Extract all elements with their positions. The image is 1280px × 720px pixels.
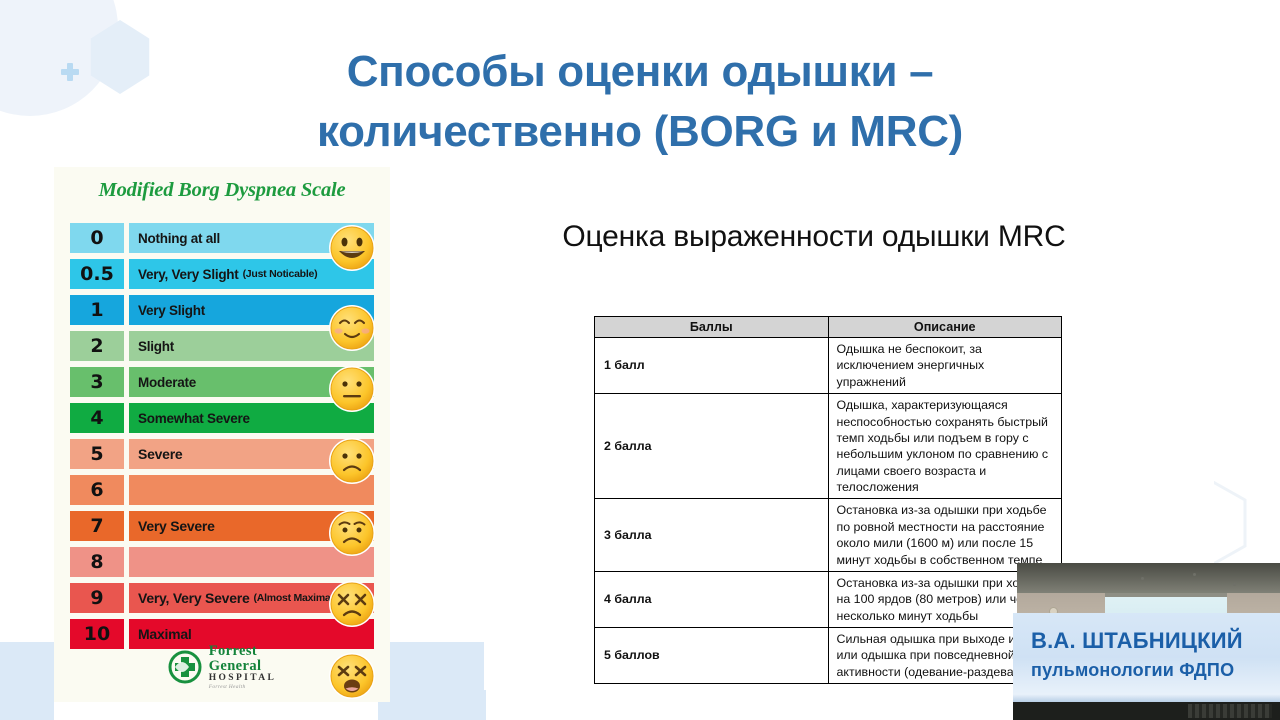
borg-label-text: Slight: [138, 338, 174, 354]
decorative-hexagon-top-left: [90, 20, 150, 94]
borg-score: 4: [70, 403, 124, 433]
borg-score: 0.5: [70, 259, 124, 289]
presenter-name: В.А. ШТАБНИЦКИЙ: [1031, 628, 1243, 653]
borg-score: 8: [70, 547, 124, 577]
table-row: 1 балл Одышка не беспокоит, за исключение…: [594, 336, 1062, 395]
hospital-cross-icon: [168, 650, 202, 684]
hospital-logo-line-2: General: [208, 657, 262, 674]
mrc-score-cell: 1 балл: [594, 336, 829, 395]
pip-keyboard: [1188, 704, 1272, 718]
borg-score: 7: [70, 511, 124, 541]
mrc-description-cell: Одышка, характеризующаяся неспособностью…: [827, 393, 1062, 500]
pip-ceiling-light-3: [1233, 583, 1236, 586]
page-title-line-2: количественно (BORG и MRC): [316, 106, 964, 156]
table-row: 2 балла Одышка, характеризующаяся неспосо…: [594, 393, 1062, 500]
mrc-score-cell: 4 балла: [594, 570, 829, 629]
borg-score: 5: [70, 439, 124, 469]
borg-label-text: Moderate: [138, 374, 197, 390]
borg-label-note: (Almost Maximal): [253, 592, 337, 604]
smiley-frown-icon: [328, 437, 376, 485]
borg-scale-card: Modified Borg Dyspnea Scale 0 Nothing at …: [54, 167, 390, 702]
presentation-slide: Способы оценки одышки – количественно (B…: [0, 0, 1280, 720]
decorative-circle: [0, 0, 118, 116]
smiley-worried-icon: [328, 509, 376, 557]
smiley-grin-icon: [328, 224, 376, 272]
hospital-logo-text: Forrest General HOSPITAL Forrest Health: [209, 644, 277, 690]
pip-ceiling-light-2: [1193, 573, 1196, 576]
hospital-logo-line-4: Forrest Health: [208, 683, 246, 690]
mrc-score-cell: 2 балла: [594, 393, 829, 500]
borg-label-text: Very, Very Slight: [138, 266, 239, 282]
borg-label-text: Maximal: [138, 626, 192, 642]
decorative-band-right: [378, 642, 486, 720]
borg-label-text: Very Severe: [138, 518, 215, 534]
borg-score: 3: [70, 367, 124, 397]
borg-scale-title: Modified Borg Dyspnea Scale: [98, 179, 346, 201]
borg-label-text: Very, Very Severe: [138, 590, 250, 606]
pip-ceiling-light-1: [1141, 577, 1144, 580]
borg-label-text: Somewhat Severe: [138, 410, 250, 426]
banner-bottom-strip: [1013, 694, 1280, 702]
smiley-distressed-icon: [328, 580, 376, 628]
borg-score: 2: [70, 331, 124, 361]
mrc-heading: Оценка выраженности одышки MRC: [562, 220, 1066, 253]
smiley-content-icon: [328, 304, 376, 352]
borg-label-text: Very Slight: [138, 302, 206, 318]
page-title-line-1: Способы оценки одышки –: [346, 47, 934, 96]
hospital-logo-line-1: Forrest: [208, 643, 258, 659]
mrc-table: Баллы Описание 1 балл Одышка не беспокоит…: [594, 316, 1062, 685]
mrc-table-body: 1 балл Одышка не беспокоит, за исключение…: [594, 336, 1062, 685]
borg-label-note: (Just Noticable): [242, 268, 318, 280]
mrc-score-cell: 5 баллов: [594, 626, 829, 685]
smiley-neutral-icon: [328, 365, 376, 413]
presenter-affiliation: пульмонологии ФДПО: [1031, 660, 1235, 680]
column-header-score: Баллы: [594, 316, 829, 338]
borg-score: 9: [70, 583, 124, 613]
mrc-score-cell: 3 балла: [594, 498, 829, 572]
table-row: 3 балла Остановка из-за одышки при ходьбе…: [594, 498, 1062, 572]
smiley-anguished-icon: [328, 652, 376, 700]
table-row: 5 баллов Сильная одышка при выходе из дом…: [594, 626, 1062, 685]
decorative-plus-icon: [61, 63, 79, 81]
borg-label-text: Severe: [138, 446, 183, 462]
presenter-name-banner: В.А. ШТАБНИЦКИЙ пульмонологии ФДПО: [1013, 613, 1280, 694]
mrc-description-cell: Одышка не беспокоит, за исключением энер…: [827, 336, 1062, 395]
borg-score: 0: [70, 223, 124, 253]
borg-score: 1: [70, 295, 124, 325]
table-row: 4 балла Остановка из-за одышки при ходьбе…: [594, 570, 1062, 629]
hospital-logo-line-3: HOSPITAL: [208, 673, 277, 683]
decorative-band-left: [0, 642, 54, 720]
mrc-description-cell: Остановка из-за одышки при ходьбе по ров…: [827, 498, 1062, 572]
table-header-row: Баллы Описание: [594, 316, 1062, 338]
column-header-description: Описание: [827, 316, 1062, 338]
borg-score: 6: [70, 475, 124, 505]
pip-bottom-desk: [1013, 702, 1280, 720]
borg-label-text: Nothing at all: [138, 230, 220, 246]
page-title: Способы оценки одышки – количественно (B…: [180, 42, 1100, 162]
